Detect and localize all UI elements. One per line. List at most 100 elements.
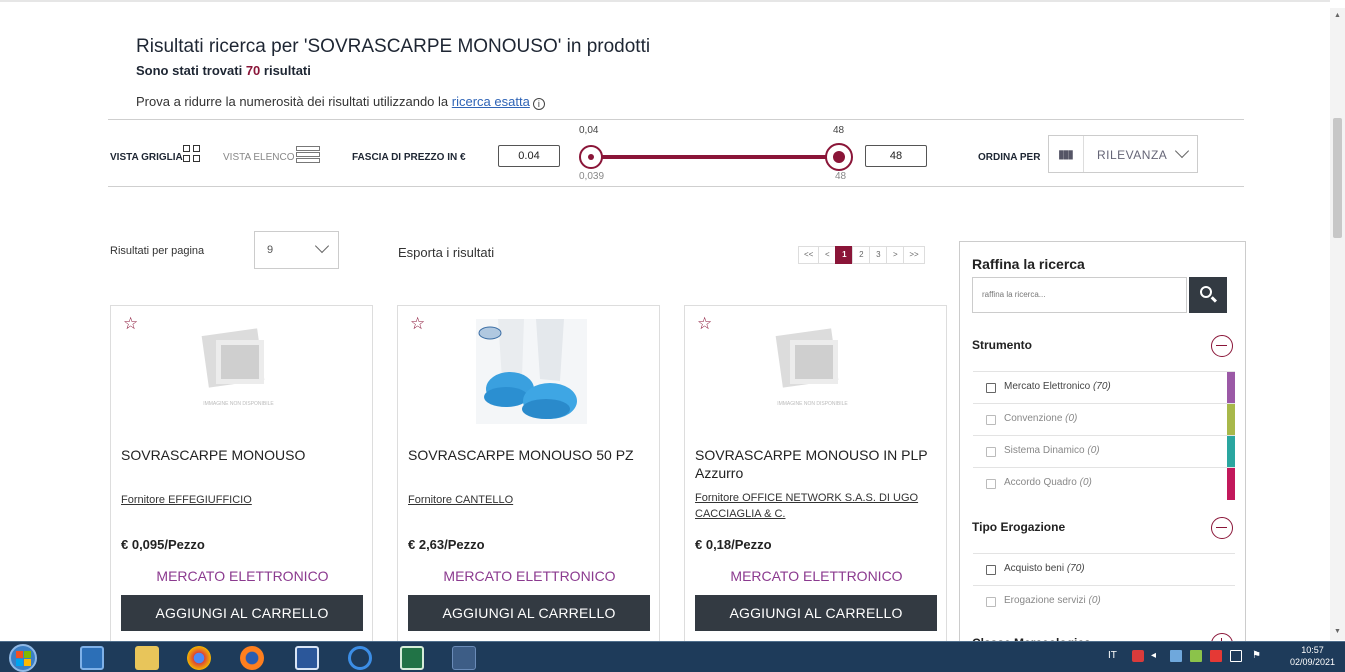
clock-time: 10:57 (1301, 645, 1324, 655)
add-to-cart-button[interactable]: AGGIUNGI AL CARRELLO (121, 595, 363, 631)
product-image[interactable] (476, 319, 587, 424)
sort-label: ORDINA PER (978, 152, 1041, 163)
filter-option[interactable]: Sistema Dinamico (0) (973, 435, 1235, 468)
filter-option-label: Erogazione servizi (1004, 595, 1086, 606)
start-button[interactable] (9, 644, 37, 672)
pagination-last[interactable]: >> (903, 246, 925, 264)
list-view-icon[interactable] (296, 146, 320, 164)
page: Risultati ricerca per 'SOVRASCARPE MONOU… (0, 0, 1345, 672)
checkbox[interactable] (986, 565, 996, 575)
language-indicator[interactable]: IT (1108, 650, 1117, 661)
favorite-star-icon[interactable]: ☆ (697, 314, 712, 334)
pdf-icon[interactable] (1210, 650, 1222, 662)
product-card: ☆ IMMAGINE NON DISPONIBILE SOVRASCARPE M… (110, 305, 373, 650)
image-placeholder-text: IMMAGINE NON DISPONIBILE (777, 401, 848, 407)
product-price: € 0,095/Pezzo (121, 537, 205, 552)
price-range-label: FASCIA DI PREZZO IN € (352, 152, 466, 163)
per-page-label: Risultati per pagina (110, 245, 205, 257)
sort-select[interactable]: ▮▮▮ RILEVANZA (1048, 135, 1198, 173)
search-icon (1200, 286, 1212, 298)
supplier-link[interactable]: Fornitore OFFICE NETWORK S.A.S. DI UGO C… (695, 490, 937, 522)
price-slider-min-handle[interactable] (579, 145, 603, 169)
collapse-icon[interactable] (1211, 335, 1233, 357)
checkbox[interactable] (986, 415, 996, 425)
product-title[interactable]: SOVRASCARPE MONOUSO (121, 446, 363, 464)
pagination-prev[interactable]: < (818, 246, 837, 264)
toolbar-bottom-divider (108, 186, 1244, 187)
chrome-icon[interactable] (187, 646, 211, 670)
results-count-number: 70 (245, 63, 261, 78)
scroll-up-icon[interactable]: ▲ (1334, 12, 1341, 19)
excel-icon[interactable] (400, 646, 424, 670)
app-icon[interactable] (452, 646, 476, 670)
collapse-icon[interactable] (1211, 517, 1233, 539)
flag-icon[interactable]: ⚑ (1252, 650, 1261, 661)
clock[interactable]: 10:57 02/09/2021 (1290, 644, 1335, 668)
filter-option[interactable]: Accordo Quadro (0) (973, 467, 1235, 500)
volume-icon[interactable]: ◂ (1151, 650, 1156, 661)
scrollbar-thumb[interactable] (1333, 118, 1342, 238)
exact-search-link[interactable]: ricerca esatta (452, 94, 530, 109)
internet-explorer-icon[interactable] (348, 646, 372, 670)
favorite-star-icon[interactable]: ☆ (123, 314, 138, 334)
grid-view-button[interactable]: VISTA GRIGLIA (110, 152, 183, 163)
refine-search-button[interactable] (1189, 277, 1227, 313)
firefox-icon[interactable] (240, 646, 264, 670)
favorite-star-icon[interactable]: ☆ (410, 314, 425, 334)
pagination-page-2[interactable]: 2 (852, 246, 871, 264)
info-icon[interactable]: i (532, 98, 545, 110)
display-icon[interactable] (1230, 650, 1242, 662)
network-icon[interactable] (1170, 650, 1182, 662)
pagination-first[interactable]: << (798, 246, 820, 264)
antivirus-icon[interactable] (1132, 650, 1144, 662)
filter-option[interactable]: Convenzione (0) (973, 403, 1235, 436)
slider-min-bottom-label: 0,039 (579, 171, 605, 182)
results-count-prefix: Sono stati trovati (136, 63, 243, 78)
refine-search-input[interactable]: raffina la ricerca... (972, 277, 1187, 313)
word-icon[interactable] (295, 646, 319, 670)
price-slider-track[interactable] (590, 155, 838, 159)
filter-option-count: (0) (1065, 413, 1078, 424)
chevron-down-icon (1174, 143, 1190, 159)
pagination-page-3[interactable]: 3 (869, 246, 888, 264)
add-to-cart-button[interactable]: AGGIUNGI AL CARRELLO (695, 595, 937, 631)
list-view-button[interactable]: VISTA ELENCO (223, 152, 295, 163)
remote-desktop-icon[interactable] (80, 646, 104, 670)
supplier-link[interactable]: Fornitore CANTELLO (408, 492, 650, 508)
add-to-cart-button[interactable]: AGGIUNGI AL CARRELLO (408, 595, 650, 631)
color-indicator (1227, 436, 1235, 468)
pagination-next[interactable]: > (886, 246, 905, 264)
filter-option[interactable]: Erogazione servizi (0) (973, 585, 1235, 617)
checkbox[interactable] (986, 447, 996, 457)
slider-min-top-label: 0,04 (579, 125, 599, 136)
price-slider-max-handle[interactable] (825, 143, 853, 171)
color-indicator (1227, 404, 1235, 436)
filter-section-strumento[interactable]: Strumento (972, 338, 1032, 352)
product-title[interactable]: SOVRASCARPE MONOUSO IN PLP Azzurro (695, 446, 937, 482)
image-placeholder: IMMAGINE NON DISPONIBILE (191, 326, 286, 431)
file-explorer-icon[interactable] (135, 646, 159, 670)
filter-option[interactable]: Mercato Elettronico (70) (973, 371, 1235, 404)
sort-icon: ▮▮▮ (1058, 147, 1074, 161)
tray-app-icon[interactable] (1190, 650, 1202, 662)
taskbar: IT ◂ ⚑ 10:57 02/09/2021 (0, 641, 1345, 672)
product-price: € 0,18/Pezzo (695, 537, 772, 552)
checkbox[interactable] (986, 383, 996, 393)
filter-option-label: Accordo Quadro (1004, 477, 1077, 488)
filter-option-count: (0) (1088, 595, 1101, 606)
filter-option-count: (70) (1092, 381, 1111, 392)
grid-view-icon[interactable] (183, 145, 201, 163)
pagination-page-1[interactable]: 1 (835, 246, 854, 264)
per-page-select[interactable]: 9 (254, 231, 339, 269)
price-min-input[interactable]: 0.04 (498, 145, 560, 167)
page-scrollbar[interactable]: ▲ ▼ (1330, 8, 1345, 640)
product-title[interactable]: SOVRASCARPE MONOUSO 50 PZ (408, 446, 650, 464)
filter-section-tipo-erogazione[interactable]: Tipo Erogazione (972, 520, 1065, 534)
price-max-input[interactable]: 48 (865, 145, 927, 167)
scroll-down-icon[interactable]: ▼ (1334, 628, 1341, 635)
checkbox[interactable] (986, 597, 996, 607)
checkbox[interactable] (986, 479, 996, 489)
export-results-link[interactable]: Esporta i risultati (398, 245, 494, 260)
supplier-link[interactable]: Fornitore EFFEGIUFFICIO (121, 492, 363, 508)
filter-option[interactable]: Acquisto beni (70) (973, 553, 1235, 585)
